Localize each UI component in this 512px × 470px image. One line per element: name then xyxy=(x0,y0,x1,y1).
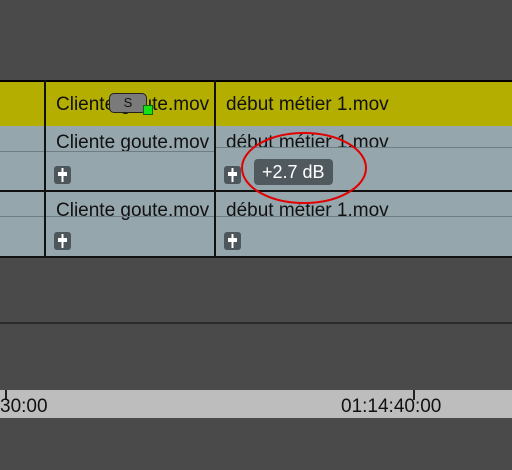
volume-fader-icon[interactable] xyxy=(224,232,241,250)
audio-clip-left[interactable]: Cliente goute.mov xyxy=(46,192,214,256)
edit-point-line xyxy=(44,80,46,258)
timecode-ruler[interactable]: 30:00 01:14:40:00 xyxy=(0,390,512,418)
clip-name: début métier 1.mov xyxy=(226,132,389,153)
clip-name: début métier 1.mov xyxy=(226,94,389,115)
volume-rubber-band[interactable] xyxy=(0,216,512,217)
timeline-empty-top xyxy=(0,0,512,80)
solo-indicator-icon xyxy=(143,105,153,115)
timecode-label: 01:14:40:00 xyxy=(341,396,442,417)
video-track[interactable]: Cliente goute.mov début métier 1.mov S xyxy=(0,80,512,130)
track-bottom-border xyxy=(0,256,512,258)
edit-point-line xyxy=(214,80,216,258)
video-clip-right[interactable]: début métier 1.mov xyxy=(216,82,512,124)
audio-track-1[interactable]: Cliente goute.mov début métier 1.mov +2.… xyxy=(0,126,512,192)
gain-readout: +2.7 dB xyxy=(254,159,333,185)
clip-name: Cliente goute.mov xyxy=(56,200,210,221)
audio-clip-right[interactable]: début métier 1.mov xyxy=(216,192,512,256)
volume-rubber-band[interactable] xyxy=(216,147,512,148)
volume-fader-icon[interactable] xyxy=(54,166,71,184)
timeline-bottom xyxy=(0,418,512,470)
solo-button[interactable]: S xyxy=(109,93,147,113)
volume-rubber-band[interactable] xyxy=(0,151,216,152)
audio-clip-left[interactable]: Cliente goute.mov xyxy=(46,126,214,190)
volume-fader-icon[interactable] xyxy=(224,166,241,184)
volume-fader-icon[interactable] xyxy=(54,232,71,250)
clip-name: début métier 1.mov xyxy=(226,200,389,221)
panel-divider xyxy=(0,322,512,324)
audio-track-2[interactable]: Cliente goute.mov début métier 1.mov xyxy=(0,192,512,256)
timecode-label: 30:00 xyxy=(0,396,48,417)
